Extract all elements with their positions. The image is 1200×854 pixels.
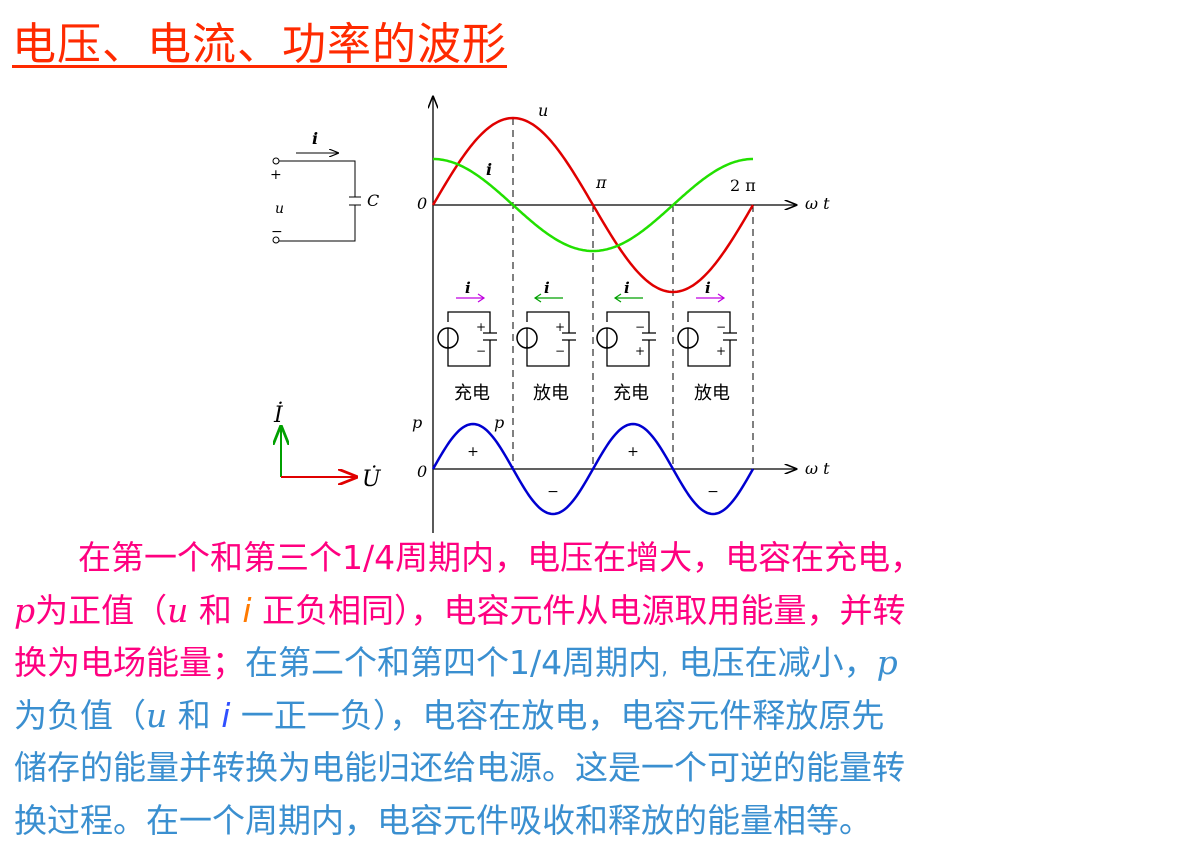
para-text: 电压在减小， bbox=[668, 643, 877, 682]
two-pi-label: 2 π bbox=[730, 176, 756, 195]
para-text: 和 bbox=[188, 590, 243, 630]
current-phasor-label: İ bbox=[273, 401, 284, 428]
para-line-4: 为负值（u 和 i 一正一负），电容在放电，电容元件释放原先 bbox=[14, 690, 1194, 743]
stage-circuit: i − + 充电 bbox=[596, 279, 656, 404]
stage-current-label: i bbox=[465, 279, 471, 297]
bottom-origin-label: 0 bbox=[417, 462, 427, 481]
stage-top-sign: + bbox=[555, 320, 565, 334]
stage-label: 放电 bbox=[533, 383, 569, 404]
para-text: 一正一负），电容在放电，电容元件释放原先 bbox=[230, 695, 885, 735]
i-symbol: i bbox=[242, 590, 252, 630]
power-sign: − bbox=[547, 484, 559, 500]
para-line-1: 在第一个和第三个1/4周期内，电压在增大，电容在充电， bbox=[78, 538, 924, 577]
u-curve-label: u bbox=[538, 101, 548, 120]
u-symbol: u bbox=[167, 590, 189, 630]
power-signs: + − + − bbox=[467, 444, 719, 500]
stage-bottom-sign: − bbox=[555, 344, 565, 358]
para-text: 在第二个和第四个1/4周期内 bbox=[245, 643, 662, 682]
stage-circuit: i − + 放电 bbox=[677, 279, 737, 404]
stage-top-sign: − bbox=[716, 320, 726, 334]
i-curve-label: i bbox=[486, 160, 492, 179]
stage-circuits: i + − 充电 i + − 放电 i − + 充电 i − + 放电 bbox=[437, 279, 737, 404]
para-line-6: 换过程。在一个周期内，电容元件吸收和释放的能量相等。 bbox=[14, 800, 872, 840]
top-origin-label: 0 bbox=[417, 194, 427, 213]
waveform-figure: i + u − C İ U̇ 0 u i π 2 π ω t i + − 充电 i + − 放… bbox=[270, 0, 830, 533]
capacitor-circuit: i + u − C bbox=[270, 129, 379, 244]
para-text: 换为电场能量； bbox=[14, 643, 245, 682]
power-sign: + bbox=[627, 444, 639, 460]
para-text: 为正值（ bbox=[35, 590, 168, 630]
para-line-5: 储存的能量并转换为电能归还给电源。这是一个可逆的能量转 bbox=[14, 748, 905, 787]
stage-current-label: i bbox=[544, 279, 550, 297]
para-line-3: 换为电场能量；在第二个和第四个1/4周期内, 电压在减小，p bbox=[14, 637, 1194, 690]
circuit-cap-label: C bbox=[367, 191, 379, 210]
u-symbol: u bbox=[146, 695, 168, 735]
bottom-axis-label: ω t bbox=[805, 459, 830, 478]
top-axis-label: ω t bbox=[805, 194, 830, 213]
para-text: 和 bbox=[167, 695, 222, 735]
stage-circuit: i + − 充电 bbox=[437, 279, 497, 404]
stage-bottom-sign: + bbox=[716, 344, 726, 358]
pi-label: π bbox=[595, 173, 607, 192]
stage-bottom-sign: − bbox=[476, 344, 486, 358]
stage-label: 放电 bbox=[694, 383, 730, 404]
stage-circuit: i + − 放电 bbox=[516, 279, 576, 404]
p-symbol: p bbox=[14, 590, 36, 630]
stage-current-label: i bbox=[624, 279, 630, 297]
para-text: 正负相同），电容元件从电源取用能量，并转 bbox=[251, 590, 906, 630]
power-sign: + bbox=[467, 444, 479, 460]
stage-label: 充电 bbox=[454, 383, 490, 404]
stage-label: 充电 bbox=[613, 383, 649, 404]
p-axis-label: p bbox=[412, 413, 422, 432]
stage-top-sign: + bbox=[476, 320, 486, 334]
circuit-current-label: i bbox=[312, 129, 318, 148]
voltage-phasor-label: U̇ bbox=[362, 466, 382, 492]
stage-top-sign: − bbox=[635, 320, 645, 334]
circuit-plus: + bbox=[270, 167, 282, 183]
para-line-2: p为正值（u 和 i 正负相同），电容元件从电源取用能量，并转 bbox=[14, 585, 1194, 638]
phasor-diagram: İ U̇ bbox=[273, 401, 382, 492]
circuit-minus: − bbox=[271, 224, 283, 240]
stage-bottom-sign: + bbox=[635, 344, 645, 358]
power-sign: − bbox=[707, 484, 719, 500]
para-text: 为负值（ bbox=[14, 695, 146, 735]
explanation-paragraph: 在第一个和第三个1/4周期内，电压在增大，电容在充电， p为正值（u 和 i 正… bbox=[14, 532, 1194, 847]
circuit-voltage-label: u bbox=[275, 201, 284, 217]
p-symbol: p bbox=[876, 643, 898, 682]
stage-current-label: i bbox=[705, 279, 711, 297]
p-curve-label: p bbox=[494, 413, 504, 432]
